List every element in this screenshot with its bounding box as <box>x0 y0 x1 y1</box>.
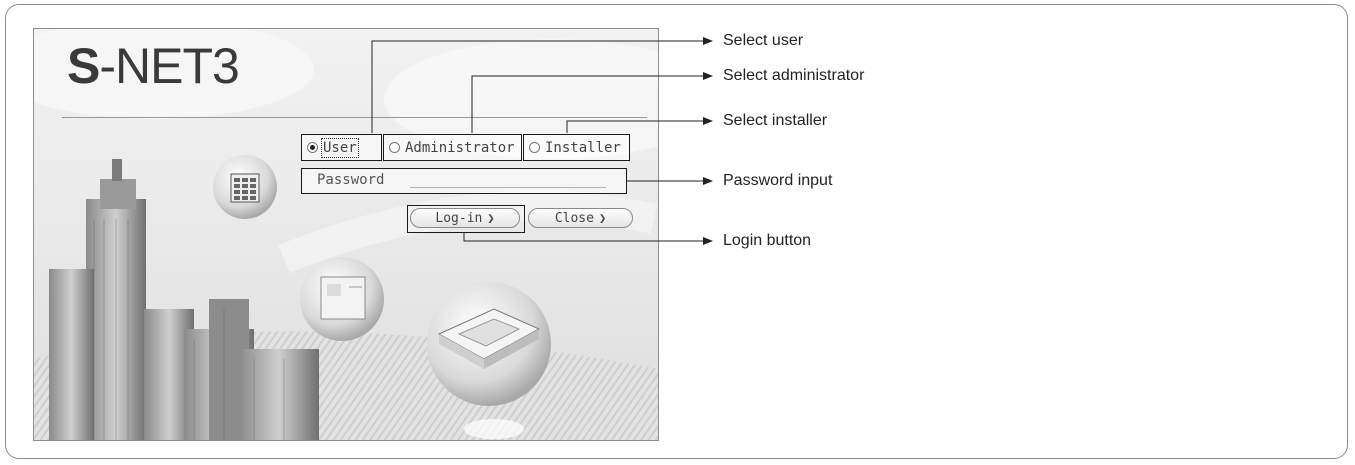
login-screen: S-NET3 User Administrator Installer Pass… <box>33 28 659 441</box>
password-label: Password <box>317 172 385 188</box>
role-label-administrator: Administrator <box>405 139 515 156</box>
callout-select-administrator: Select administrator <box>723 67 865 84</box>
login-button[interactable]: Log-in ❯ <box>410 208 520 228</box>
radio-unselected-icon[interactable] <box>529 142 540 153</box>
login-button-label: Log-in <box>435 210 483 226</box>
role-option-user[interactable]: User <box>301 134 382 161</box>
callout-password-input: Password input <box>723 172 833 189</box>
password-input[interactable] <box>410 187 606 188</box>
role-option-administrator[interactable]: Administrator <box>383 134 522 161</box>
chevron-right-icon: ❯ <box>487 211 495 225</box>
chevron-right-icon: ❯ <box>598 211 607 225</box>
role-option-installer[interactable]: Installer <box>523 134 630 161</box>
password-field[interactable]: Password <box>301 168 627 194</box>
app-logo: S-NET3 <box>67 38 240 94</box>
callout-select-installer: Select installer <box>723 112 828 129</box>
logo-divider <box>62 117 647 118</box>
radio-unselected-icon[interactable] <box>389 142 400 153</box>
radio-selected-icon[interactable] <box>307 142 318 153</box>
callout-login-button: Login button <box>723 232 812 249</box>
close-button[interactable]: Close ❯ <box>528 208 633 228</box>
role-label-user: User <box>321 137 359 158</box>
role-label-installer: Installer <box>545 139 621 156</box>
close-button-label: Close <box>554 210 594 226</box>
callout-select-user: Select user <box>723 32 804 49</box>
